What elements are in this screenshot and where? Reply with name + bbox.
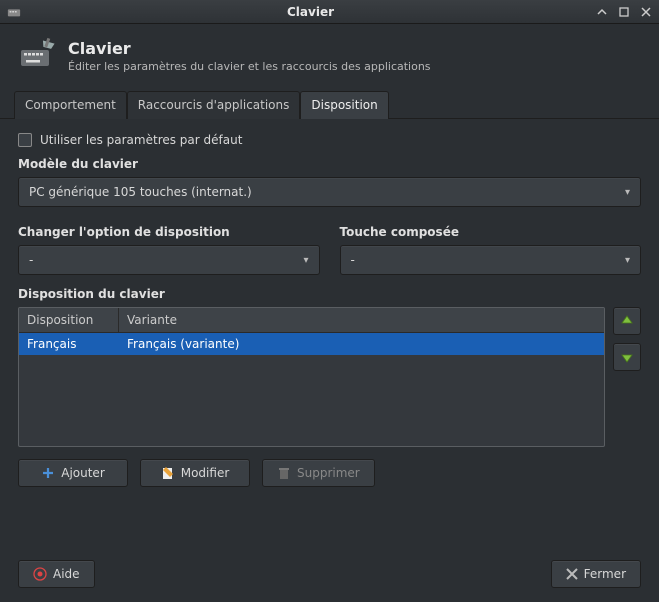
content: Utiliser les paramètres par défaut Modèl… [0,119,659,501]
footer: Aide Fermer [0,546,659,602]
close-dialog-button[interactable]: Fermer [551,560,641,588]
tab-disposition[interactable]: Disposition [300,91,388,119]
help-icon [33,567,47,581]
app-icon [6,4,22,20]
tabstrip: Comportement Raccourcis d'applications D… [0,84,659,119]
remove-button-label: Supprimer [297,466,360,480]
column-variante[interactable]: Variante [119,308,604,332]
plus-icon [41,466,55,480]
column-disposition[interactable]: Disposition [19,308,119,332]
maximize-button[interactable] [617,5,631,19]
move-up-button[interactable] [613,307,641,335]
table-row[interactable]: Français Français (variante) [19,333,604,355]
edit-icon [161,466,175,480]
cell-disposition: Français [19,333,119,355]
chevron-down-icon: ▾ [625,187,630,198]
close-button-label: Fermer [584,567,626,581]
defaults-checkbox[interactable] [18,133,32,147]
chevron-down-icon: ▾ [303,255,308,266]
remove-icon [277,466,291,480]
add-button-label: Ajouter [61,466,105,480]
layout-table[interactable]: Disposition Variante Français Français (… [18,307,605,447]
compose-label: Touche composée [340,225,642,239]
tab-raccourcis[interactable]: Raccourcis d'applications [127,91,301,119]
window-title: Clavier [26,5,595,19]
layout-table-label: Disposition du clavier [18,287,641,301]
edit-button[interactable]: Modifier [140,459,250,487]
edit-button-label: Modifier [181,466,230,480]
header-title: Clavier [68,39,431,58]
chevron-down-icon: ▾ [625,255,630,266]
keyboard-settings-icon [18,36,58,76]
header: Clavier Éditer les paramètres du clavier… [0,24,659,84]
close-icon [566,568,578,580]
cell-variante: Français (variante) [119,333,604,355]
layout-option-value: - [29,253,33,267]
header-subtitle: Éditer les paramètres du clavier et les … [68,60,431,73]
tab-comportement[interactable]: Comportement [14,91,127,119]
model-label: Modèle du clavier [18,157,641,171]
help-button-label: Aide [53,567,80,581]
help-button[interactable]: Aide [18,560,95,588]
model-value: PC générique 105 touches (internat.) [29,185,252,199]
move-down-button[interactable] [613,343,641,371]
close-button[interactable] [639,5,653,19]
table-header: Disposition Variante [19,308,604,333]
compose-combo[interactable]: - ▾ [340,245,642,275]
defaults-checkbox-label: Utiliser les paramètres par défaut [40,133,242,147]
titlebar: Clavier [0,0,659,24]
layout-option-combo[interactable]: - ▾ [18,245,320,275]
add-button[interactable]: Ajouter [18,459,128,487]
remove-button[interactable]: Supprimer [262,459,375,487]
rollup-button[interactable] [595,5,609,19]
compose-value: - [351,253,355,267]
model-combo[interactable]: PC générique 105 touches (internat.) ▾ [18,177,641,207]
layout-option-label: Changer l'option de disposition [18,225,320,239]
